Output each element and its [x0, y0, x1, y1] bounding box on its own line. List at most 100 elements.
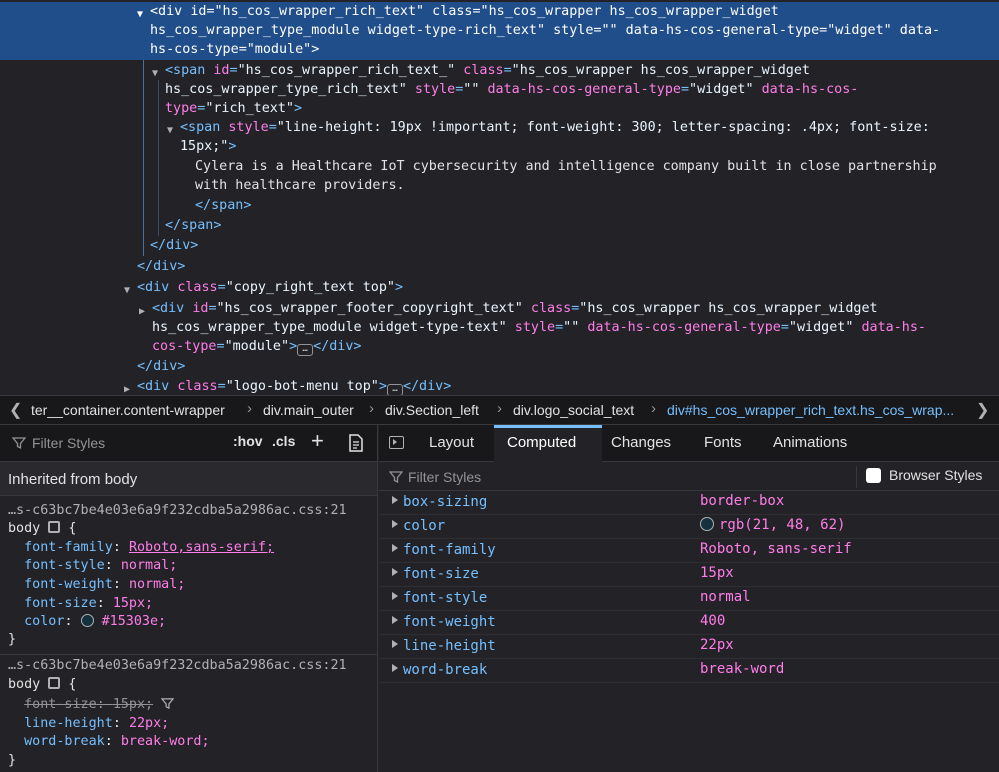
rule-selector: body {	[8, 520, 76, 538]
declaration[interactable]: font-style: normal;	[8, 557, 177, 575]
rule-open-brace: {	[68, 521, 77, 536]
breadcrumb-item[interactable]: div.main_outer	[263, 402, 354, 418]
markup-node-selected[interactable]: ▼ <div id="hs_cos_wrapper_rich_text" clas…	[0, 2, 999, 21]
filter-icon	[12, 437, 26, 450]
markup-node-text: with healthcare providers.	[195, 176, 405, 195]
markup-token: =	[217, 379, 226, 394]
hover-state-toggle[interactable]: :hov	[233, 433, 263, 449]
expand-children-button[interactable]: …	[297, 344, 314, 356]
breadcrumb-item-current[interactable]: div#hs_cos_wrapper_rich_text.hs_cos_wrap…	[667, 402, 954, 418]
expanded-twisty-icon[interactable]: ▼	[152, 64, 158, 83]
breadcrumb-item[interactable]: div.Section_left	[385, 402, 479, 418]
tab-changes[interactable]: Changes	[611, 434, 671, 451]
rule-divider	[0, 654, 377, 655]
computed-property-row[interactable]: font-weight 400	[379, 611, 999, 635]
markup-token: >	[294, 101, 303, 116]
expand-property-icon[interactable]	[392, 592, 398, 600]
expand-property-icon[interactable]	[392, 544, 398, 552]
computed-property-row[interactable]: font-size 15px	[379, 563, 999, 587]
markup-token: "module"	[224, 339, 290, 354]
declaration[interactable]: font-size: 15px;	[8, 595, 153, 613]
toggle-sidebar-icon[interactable]	[389, 436, 404, 449]
computed-property-row[interactable]: line-height 22px	[379, 635, 999, 659]
markup-token: ""	[563, 320, 588, 335]
markup-node-text: hs_cos_wrapper_type_rich_text" style="" …	[165, 80, 858, 99]
rule-source-link[interactable]: …s-c63bc7be4e03e6a9f232cdba5a2986ac.css:…	[8, 502, 347, 520]
declaration[interactable]: color: #15303e;	[8, 613, 166, 631]
color-swatch-icon[interactable]	[80, 614, 94, 627]
computed-property-row[interactable]: color rgb(21, 48, 62)	[379, 515, 999, 539]
declaration[interactable]: line-height: 22px;	[8, 715, 169, 733]
markup-token: hs-cos-type	[150, 42, 239, 57]
element-highlight-icon[interactable]	[48, 677, 61, 689]
expand-property-icon[interactable]	[392, 640, 398, 648]
computed-property-row[interactable]: font-family Roboto, sans-serif	[379, 539, 999, 563]
print-media-icon[interactable]	[348, 434, 364, 452]
computed-property-row[interactable]: font-style normal	[379, 587, 999, 611]
markup-node-text: hs-cos-type="module">	[150, 40, 319, 59]
breadcrumb-scroll-left-icon[interactable]: ❮	[9, 400, 22, 420]
expand-property-icon[interactable]	[392, 496, 398, 504]
tab-layout[interactable]: Layout	[429, 434, 474, 451]
declaration[interactable]: font-weight: normal;	[8, 576, 185, 594]
markup-node-selected[interactable]: hs_cos_wrapper_type_module widget-type-r…	[0, 21, 999, 40]
markup-token: </span>	[195, 198, 252, 213]
tab-computed[interactable]: Computed	[507, 434, 576, 451]
computed-property-value-text: 15px	[700, 565, 734, 581]
declaration-overridden[interactable]: font-size: 15px;	[8, 696, 175, 714]
markup-token: =	[238, 42, 247, 57]
element-highlight-icon[interactable]	[48, 521, 61, 533]
property-name: color	[24, 614, 65, 629]
rule-source-link[interactable]: …s-c63bc7be4e03e6a9f232cdba5a2986ac.css:…	[8, 657, 347, 675]
markup-token: </span>	[165, 218, 222, 233]
computed-property-row[interactable]: box-sizing border-box	[379, 491, 999, 515]
tab-fonts[interactable]: Fonts	[704, 434, 742, 451]
markup-token: =	[472, 4, 481, 19]
expand-children-button[interactable]: …	[386, 384, 403, 395]
computed-filter-bar: Filter Styles Browser Styles	[379, 462, 999, 491]
add-rule-button[interactable]: +	[311, 428, 324, 454]
nesting-guide-line	[158, 80, 159, 236]
computed-property-row[interactable]: word-break break-word	[379, 659, 999, 683]
markup-view[interactable]: ▼ <div id="hs_cos_wrapper_rich_text" clas…	[0, 0, 999, 395]
expanded-twisty-icon[interactable]: ▼	[124, 281, 130, 300]
filter-icon[interactable]	[160, 697, 175, 710]
computed-filter-input[interactable]: Filter Styles	[408, 469, 481, 485]
markup-token: with healthcare providers.	[195, 178, 405, 193]
filter-icon	[389, 471, 403, 484]
markup-token: =	[819, 23, 828, 38]
breadcrumb-item[interactable]: div.logo_social_text	[513, 402, 634, 418]
markup-token: style	[514, 320, 556, 335]
markup-token: data-	[899, 23, 941, 38]
class-toggle[interactable]: .cls	[272, 433, 295, 449]
markup-node-text: <div class="copy_right_text top">	[137, 278, 403, 297]
markup-token: "copy_right_text top"	[225, 280, 395, 295]
expand-property-icon[interactable]	[392, 520, 398, 528]
expand-property-icon[interactable]	[392, 664, 398, 672]
rules-filter-input[interactable]: Filter Styles	[32, 435, 105, 451]
property-name: font-size	[24, 697, 97, 712]
property-name: font-style	[24, 558, 105, 573]
expand-property-icon[interactable]	[392, 568, 398, 576]
expand-property-icon[interactable]	[392, 616, 398, 624]
markup-token: <div	[152, 301, 193, 316]
collapsed-twisty-icon[interactable]: ▶	[124, 380, 130, 395]
markup-token: id	[213, 63, 230, 78]
expanded-twisty-icon[interactable]: ▼	[167, 121, 173, 140]
breadcrumb-item[interactable]: ter__container.content-wrapper	[31, 402, 225, 418]
markup-token: =	[217, 280, 226, 295]
markup-token: style	[414, 82, 456, 97]
declaration[interactable]: font-family: Roboto,sans-serif;	[8, 539, 274, 557]
breadcrumb-separator-icon: ›	[369, 400, 374, 417]
computed-property-value-text: 400	[700, 613, 726, 629]
collapsed-twisty-icon[interactable]: ▶	[139, 302, 145, 321]
markup-node-text: </span>	[195, 196, 251, 215]
tab-animations[interactable]: Animations	[773, 434, 847, 451]
markup-node-selected[interactable]: hs-cos-type="module">	[0, 40, 999, 60]
declaration[interactable]: word-break: break-word;	[8, 733, 209, 751]
markup-node-text: Cylera is a Healthcare IoT cybersecurity…	[195, 157, 937, 176]
active-tab-indicator	[494, 425, 602, 428]
breadcrumb-scroll-right-icon[interactable]: ❯	[976, 400, 989, 420]
property-name: font-weight	[24, 577, 113, 592]
browser-styles-checkbox[interactable]	[866, 468, 881, 483]
